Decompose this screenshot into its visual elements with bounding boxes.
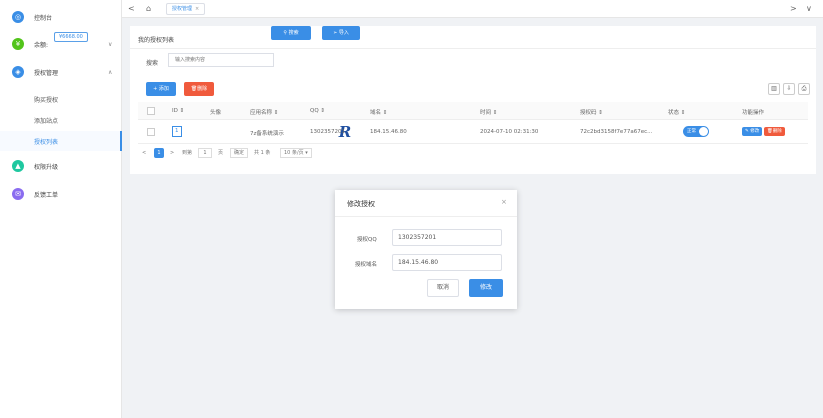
upgrade-icon: ▲ [12, 160, 24, 172]
sidebar-subitem-add-site[interactable]: 添加站点 [0, 110, 122, 130]
col-header-time[interactable]: 时间 ⇕ [480, 108, 497, 116]
close-icon[interactable]: × [501, 198, 507, 206]
batch-delete-button[interactable]: 🗑删除 [184, 82, 214, 96]
sidebar-item-console[interactable]: ◎ 控制台 [0, 6, 122, 28]
sidebar-subitem-buy[interactable]: 购买授权 [0, 89, 122, 109]
page-jump-input[interactable]: 1 [198, 148, 212, 158]
tab-auth-manage[interactable]: 授权管理 × [166, 3, 206, 15]
import-button[interactable]: ➢ 导入 [322, 26, 360, 40]
delete-button[interactable]: 🗑删除 [764, 127, 785, 136]
page-unit-label: 页 [218, 150, 224, 156]
search-label: 搜索 [146, 60, 159, 67]
balance-badge: ¥6668.00 [54, 32, 88, 42]
columns-icon[interactable]: ▥ [768, 83, 780, 95]
sidebar-item-feedback[interactable]: ✉ 反馈工单 [0, 183, 122, 205]
row-app-name: 7z备系统演示 [250, 131, 284, 137]
qq-field-label: 授权QQ [357, 237, 377, 243]
status-toggle[interactable]: 正常 [683, 126, 709, 137]
row-code: 72c2bd3158f7e77a67ec... [580, 129, 653, 135]
tab-label: 授权管理 [172, 6, 193, 12]
goto-label: 到第 [182, 150, 193, 156]
page-size-select[interactable]: 10 条/页 ▾ [280, 148, 312, 158]
add-button[interactable]: + 添加 [146, 82, 176, 96]
domain-field-label: 授权域名 [355, 262, 378, 268]
close-icon[interactable]: × [195, 6, 199, 12]
col-header-domain[interactable]: 域名 ⇕ [370, 108, 387, 116]
chevron-down-icon[interactable]: ∨ [806, 3, 812, 15]
col-header-status[interactable]: 状态 ⇕ [668, 108, 685, 116]
sidebar-subitem-auth-list[interactable]: 授权列表 [0, 131, 122, 151]
row-id: 1 [172, 126, 182, 137]
chevron-up-icon: ∧ [108, 68, 113, 76]
select-all-checkbox[interactable] [147, 107, 155, 115]
search-button[interactable]: ⚲ 搜索 [271, 26, 311, 40]
sidebar-item-label: 反馈工单 [34, 191, 59, 199]
print-icon[interactable]: ⎙ [798, 83, 810, 95]
topbar: < ⌂ 授权管理 × > ∨ [122, 0, 823, 18]
next-page-icon[interactable]: > [170, 148, 174, 158]
divider [335, 216, 517, 217]
wallet-icon: ¥ [12, 38, 24, 50]
toggle-knob [699, 127, 708, 136]
dialog-title: 修改授权 [347, 200, 375, 208]
col-header-id[interactable]: ID ⇕ [172, 108, 184, 114]
export-icon[interactable]: ⇩ [783, 83, 795, 95]
row-time: 2024-07-10 02:31:30 [480, 129, 539, 135]
table-header: ID ⇕ 头像 应用名称 ⇕ QQ ⇕ 域名 ⇕ 时间 ⇕ 授权码 ⇕ 状态 ⇕… [138, 102, 808, 120]
edit-button[interactable]: ✎ 修改 [742, 127, 763, 136]
sidebar: ◎ 控制台 ¥ 余额: ¥6668.00 ∨ ◈ 授权管理 ∧ 购买授权 添加站… [0, 0, 122, 418]
auth-list-card: 我的授权列表 搜索 ⚲ 搜索 ➢ 导入 + 添加 🗑删除 ▥ ⇩ ⎙ ID ⇕ … [130, 26, 816, 174]
qq-field[interactable]: 1302357201 [392, 229, 502, 246]
col-header-code[interactable]: 授权码 ⇕ [580, 108, 603, 116]
home-icon[interactable]: ⌂ [146, 3, 151, 15]
sidebar-item-label: 权限升级 [34, 163, 59, 171]
sidebar-item-balance[interactable]: ¥ 余额: ¥6668.00 ∨ [0, 32, 122, 55]
col-header-qq[interactable]: QQ ⇕ [310, 108, 325, 114]
domain-field[interactable]: 184.15.46.80 [392, 254, 502, 271]
row-checkbox[interactable] [147, 128, 155, 136]
col-header-avatar: 头像 [210, 110, 222, 116]
sidebar-item-label: 添加站点 [34, 118, 59, 125]
search-input[interactable] [168, 53, 274, 67]
submit-button[interactable]: 修改 [469, 279, 503, 297]
table-row: 1 R 7z备系统演示 1302357201 184.15.46.80 2024… [138, 120, 808, 144]
row-qq: 1302357201 [310, 129, 345, 135]
back-icon[interactable]: < [128, 3, 135, 15]
col-header-actions: 功能操作 [742, 110, 765, 116]
shield-icon: ◈ [12, 66, 24, 78]
sidebar-item-label: 购买授权 [34, 97, 59, 104]
forward-icon[interactable]: > [790, 3, 797, 15]
page-number-current[interactable]: 1 [154, 148, 164, 158]
sidebar-item-upgrade[interactable]: ▲ 权限升级 [0, 155, 122, 177]
sidebar-item-auth-manage[interactable]: ◈ 授权管理 ∧ [0, 61, 122, 83]
cancel-button[interactable]: 取消 [427, 279, 459, 297]
page-jump-confirm-button[interactable]: 确定 [230, 148, 249, 158]
total-count: 共 1 条 [254, 150, 271, 156]
status-label: 正常 [687, 129, 696, 134]
card-title: 我的授权列表 [138, 37, 175, 44]
edit-auth-dialog: 修改授权 × 授权QQ 1302357201 授权域名 184.15.46.80… [335, 190, 517, 309]
prev-page-icon[interactable]: < [142, 148, 146, 158]
ticket-icon: ✉ [12, 188, 24, 200]
dashboard-icon: ◎ [12, 11, 24, 23]
col-header-app-name[interactable]: 应用名称 ⇕ [250, 108, 278, 116]
row-domain: 184.15.46.80 [370, 129, 407, 135]
divider [130, 48, 816, 49]
chevron-down-icon: ∨ [108, 40, 113, 48]
sidebar-item-label: 余额: [34, 41, 49, 49]
sidebar-item-label: 授权列表 [34, 139, 59, 146]
sidebar-item-label: 授权管理 [34, 69, 59, 77]
sidebar-item-label: 控制台 [34, 14, 53, 22]
